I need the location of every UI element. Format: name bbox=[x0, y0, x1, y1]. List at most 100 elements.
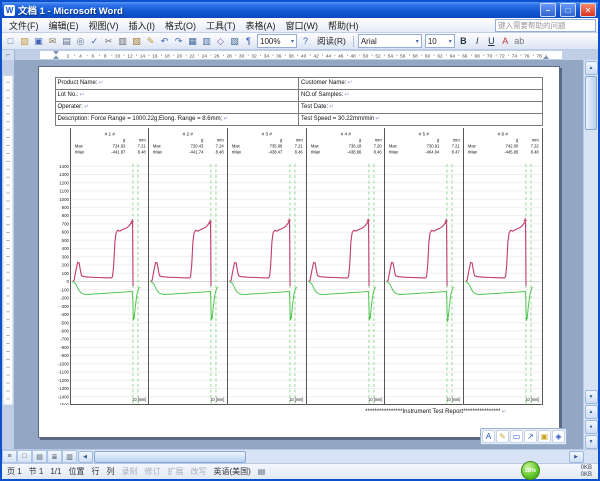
tab-selector[interactable]: ⌐ bbox=[2, 50, 15, 60]
cell-text: Test Date: bbox=[301, 104, 328, 110]
help-icon[interactable]: ? bbox=[299, 35, 312, 48]
menu-tools[interactable]: 工具(T) bbox=[201, 18, 241, 32]
font-color-icon[interactable]: A bbox=[499, 35, 512, 48]
table-cell-description[interactable]: Description: Force Range = 1000.22g;Elon… bbox=[55, 114, 299, 126]
annotate-text-icon[interactable]: A bbox=[482, 430, 495, 443]
menu-format[interactable]: 格式(O) bbox=[160, 18, 201, 32]
status-language: 英语(美国) bbox=[213, 466, 250, 477]
status-column: 列 bbox=[106, 466, 114, 477]
vertical-scroll-thumb[interactable] bbox=[585, 76, 597, 130]
table-cell-product-name[interactable]: Product Name:↵ bbox=[55, 78, 299, 90]
document-map-icon[interactable]: ▧ bbox=[228, 35, 241, 48]
scroll-right-button[interactable]: ▶ bbox=[569, 451, 584, 463]
read-mode-button[interactable]: 阅读(R) bbox=[313, 35, 350, 48]
svg-text:-1000: -1000 bbox=[57, 361, 69, 366]
memory-ball-widget[interactable]: 28% bbox=[521, 461, 540, 480]
status-flag-track-changes[interactable]: 修订 bbox=[144, 466, 160, 477]
scroll-left-button[interactable]: ◀ bbox=[78, 451, 93, 463]
scroll-down-button[interactable]: ▼ bbox=[585, 390, 598, 404]
annotate-pen-icon[interactable]: ✎ bbox=[496, 430, 509, 443]
menu-window[interactable]: 窗口(W) bbox=[281, 18, 324, 32]
select-browse-object-button[interactable]: ● bbox=[585, 420, 598, 434]
mail-icon[interactable]: ✉ bbox=[46, 35, 59, 48]
menu-edit[interactable]: 编辑(E) bbox=[44, 18, 84, 32]
svg-text:34: 34 bbox=[264, 53, 270, 59]
status-flag-extend[interactable]: 扩展 bbox=[167, 466, 183, 477]
svg-text:20: 20 bbox=[177, 53, 183, 59]
font-name-select[interactable]: Arial ▾ bbox=[358, 34, 422, 48]
save-icon[interactable]: ▣ bbox=[32, 35, 45, 48]
table-cell-test-speed[interactable]: Test Speed = 30.22mm/min↵ bbox=[299, 114, 543, 126]
columns-icon[interactable]: ▥ bbox=[200, 35, 213, 48]
paragraph-mark: ↵ bbox=[80, 92, 85, 98]
scrollbar-corner bbox=[584, 450, 598, 463]
svg-text:10 [mm]: 10 [mm] bbox=[132, 397, 146, 403]
normal-view-icon[interactable]: ≡ bbox=[2, 450, 17, 463]
menu-file[interactable]: 文件(F) bbox=[4, 18, 44, 32]
insert-table-icon[interactable]: ▦ bbox=[186, 35, 199, 48]
status-flag-overtype[interactable]: 改写 bbox=[190, 466, 206, 477]
svg-text:62: 62 bbox=[437, 53, 443, 59]
underline-button[interactable]: U bbox=[485, 35, 498, 48]
toolbar-icons-after-zoom: ? bbox=[299, 35, 312, 48]
paragraph-mark: ↵ bbox=[347, 80, 352, 86]
scroll-up-button[interactable]: ▲ bbox=[585, 61, 598, 75]
document-area[interactable]: Product Name:↵ Customer Name:↵ Lot No.:↵… bbox=[14, 60, 583, 449]
table-cell-no-of-samples[interactable]: NO.of Samples:↵ bbox=[299, 90, 543, 102]
show-hide-marks-icon[interactable]: ¶ bbox=[242, 35, 255, 48]
format-painter-icon[interactable]: ✎ bbox=[144, 35, 157, 48]
annotate-rect-icon[interactable]: ▭ bbox=[510, 430, 523, 443]
drawing-icon[interactable]: ◇ bbox=[214, 35, 227, 48]
table-cell-lot-no[interactable]: Lot No.:↵ bbox=[55, 90, 299, 102]
spelling-icon[interactable]: ✓ bbox=[88, 35, 101, 48]
outline-view-icon[interactable]: ≣ bbox=[47, 450, 62, 463]
font-size-select[interactable]: 10 ▾ bbox=[425, 34, 455, 48]
next-page-button[interactable]: ▼ bbox=[585, 435, 598, 449]
print-preview-icon[interactable]: ◎ bbox=[74, 35, 87, 48]
menu-table[interactable]: 表格(A) bbox=[241, 18, 281, 32]
help-question-input[interactable] bbox=[495, 19, 596, 32]
svg-text:56: 56 bbox=[400, 53, 406, 59]
copy-icon[interactable]: ▥ bbox=[116, 35, 129, 48]
web-layout-view-icon[interactable]: □ bbox=[17, 450, 32, 463]
print-icon[interactable]: ▤ bbox=[60, 35, 73, 48]
italic-button[interactable]: I bbox=[471, 35, 484, 48]
maximize-button[interactable]: □ bbox=[560, 3, 576, 17]
paste-icon[interactable]: ▧ bbox=[130, 35, 143, 48]
horizontal-scroll-thumb[interactable] bbox=[94, 451, 246, 463]
cut-icon[interactable]: ✂ bbox=[102, 35, 115, 48]
svg-text:8.47: 8.47 bbox=[452, 149, 461, 154]
table-cell-test-date[interactable]: Test Date:↵ bbox=[299, 102, 543, 114]
panel-plot: 10 [mm] bbox=[71, 158, 149, 405]
close-button[interactable]: ✕ bbox=[580, 3, 596, 17]
chart-panel: # 5 #gmmMax730.917.21rMax-464.048.4710 [… bbox=[384, 128, 463, 405]
new-document-icon[interactable]: □ bbox=[4, 35, 17, 48]
open-folder-icon[interactable]: ▨ bbox=[18, 35, 31, 48]
table-cell-operater[interactable]: Operater:↵ bbox=[55, 102, 299, 114]
vertical-scroll-track[interactable] bbox=[584, 131, 598, 389]
ruler-svg[interactable]: 2468101214161820222426283032343638404244… bbox=[15, 50, 585, 60]
table-cell-customer-name[interactable]: Customer Name:↵ bbox=[299, 78, 543, 90]
menu-help[interactable]: 帮助(H) bbox=[323, 18, 364, 32]
reading-layout-view-icon[interactable]: ▥ bbox=[62, 450, 77, 463]
chart[interactable]: 1400130012001100100090080070060050040030… bbox=[55, 128, 543, 405]
undo-icon[interactable]: ↶ bbox=[158, 35, 171, 48]
annotate-arrow-icon[interactable]: ↗ bbox=[524, 430, 537, 443]
menu-view[interactable]: 视图(V) bbox=[84, 18, 124, 32]
page[interactable]: Product Name:↵ Customer Name:↵ Lot No.:↵… bbox=[38, 66, 560, 438]
annotate-color-icon[interactable]: ▣ bbox=[538, 430, 551, 443]
print-layout-view-icon[interactable]: ▤ bbox=[32, 450, 47, 463]
panel-plot: 10 [mm] bbox=[464, 158, 542, 405]
menu-insert[interactable]: 插入(I) bbox=[124, 18, 161, 32]
annotate-save-icon[interactable]: ◈ bbox=[552, 430, 565, 443]
previous-page-button[interactable]: ▲ bbox=[585, 405, 598, 419]
redo-icon[interactable]: ↷ bbox=[172, 35, 185, 48]
horizontal-scroll-track[interactable] bbox=[94, 451, 568, 463]
bold-button[interactable]: B bbox=[457, 35, 470, 48]
highlight-color-icon[interactable]: ab bbox=[513, 35, 526, 48]
svg-text:-700: -700 bbox=[60, 337, 69, 342]
zoom-select[interactable]: 100% ▾ bbox=[257, 34, 297, 48]
status-flag-record[interactable]: 录制 bbox=[121, 466, 137, 477]
vertical-scrollbar[interactable]: ▲ ▼ ▲ ● ▼ bbox=[583, 60, 598, 449]
minimize-button[interactable]: – bbox=[540, 3, 556, 17]
